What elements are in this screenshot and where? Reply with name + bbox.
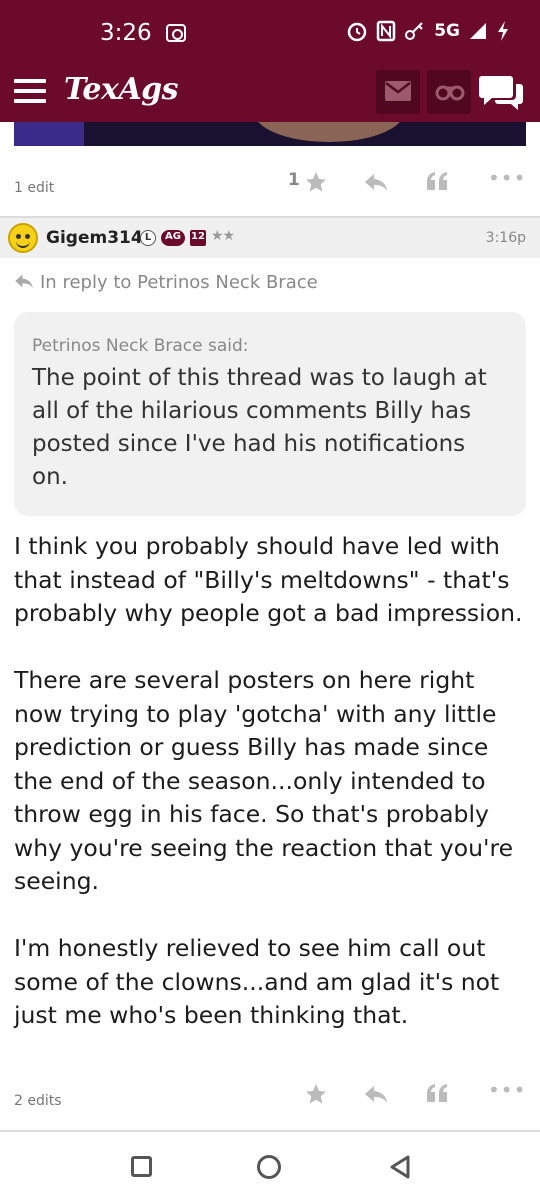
post-paragraph: I'm honestly relieved to see him call ou… xyxy=(14,934,500,1029)
home-icon[interactable] xyxy=(257,1155,281,1179)
more-icon[interactable]: ••• xyxy=(488,1078,526,1102)
hamburger-icon[interactable] xyxy=(14,79,46,105)
in-reply-to-link[interactable]: In reply to Petrinos Neck Brace xyxy=(14,272,318,293)
charging-icon xyxy=(498,21,508,41)
post-divider xyxy=(0,1130,540,1132)
nfc-icon xyxy=(376,20,396,42)
post-paragraph: I think you probably should have led wit… xyxy=(14,532,523,627)
recents-icon[interactable] xyxy=(131,1156,152,1177)
star-count: 1 xyxy=(288,170,300,190)
username[interactable]: Gigem314 xyxy=(46,228,143,248)
post-paragraph: There are several posters on here right … xyxy=(14,666,514,895)
binoculars-button[interactable] xyxy=(427,70,471,114)
badge-ag: AG xyxy=(161,230,185,246)
reply-icon[interactable] xyxy=(364,1084,388,1104)
quote-text: The point of this thread was to laugh at… xyxy=(32,365,487,490)
star-icon[interactable] xyxy=(304,1082,328,1106)
quote-author: Petrinos Neck Brace said: xyxy=(32,336,249,356)
binoculars-icon xyxy=(435,85,465,101)
avatar[interactable] xyxy=(8,223,38,253)
post-actions: 1 ••• xyxy=(288,166,528,198)
edit-count[interactable]: 1 edit xyxy=(14,180,54,196)
reply-icon[interactable] xyxy=(364,172,388,192)
network-label: 5G xyxy=(434,21,460,41)
star-icon[interactable] xyxy=(304,170,328,194)
back-icon[interactable] xyxy=(388,1154,412,1180)
quote-icon[interactable] xyxy=(426,1083,448,1103)
status-bar: 3:26 5G xyxy=(0,0,540,66)
post-actions: ••• xyxy=(288,1078,528,1110)
reply-arrow-icon xyxy=(15,274,33,289)
quote-block: Petrinos Neck Brace said: The point of t… xyxy=(14,312,526,516)
system-nav-bar xyxy=(0,1134,540,1200)
mail-icon xyxy=(385,81,411,101)
camera-icon xyxy=(166,24,186,42)
rating-stars: ★★ xyxy=(211,228,235,244)
quote-icon[interactable] xyxy=(426,171,448,191)
status-icons: 5G xyxy=(346,20,510,42)
site-logo[interactable]: TexAgs xyxy=(64,72,179,107)
in-reply-to-text: In reply to Petrinos Neck Brace xyxy=(40,272,318,293)
badge-year: 12 xyxy=(190,230,206,246)
edit-count[interactable]: 2 edits xyxy=(14,1093,62,1109)
more-icon[interactable]: ••• xyxy=(488,166,526,190)
signal-icon xyxy=(470,23,486,39)
chat-icon[interactable] xyxy=(478,72,526,112)
post-time[interactable]: 3:16p xyxy=(486,230,526,246)
previous-post-image[interactable] xyxy=(14,122,526,146)
alarm-icon xyxy=(347,22,367,42)
badge-l: L xyxy=(140,230,156,246)
vpn-key-icon xyxy=(405,22,423,40)
status-time: 3:26 xyxy=(100,20,152,46)
mail-button[interactable] xyxy=(376,70,420,114)
post-body: I think you probably should have led wit… xyxy=(14,530,530,1066)
app-header: TexAgs xyxy=(0,66,540,122)
post-author-row: Gigem314 L AG 12 ★★ 3:16p xyxy=(0,218,540,258)
